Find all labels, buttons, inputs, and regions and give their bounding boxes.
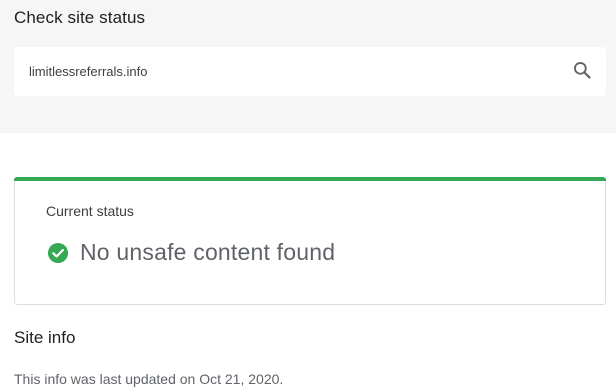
search-section: Check site status bbox=[0, 0, 616, 133]
status-card: Current status No unsafe content found bbox=[14, 177, 606, 305]
page-title: Check site status bbox=[14, 8, 146, 27]
status-label: Current status bbox=[46, 203, 134, 219]
search-box bbox=[14, 47, 606, 96]
search-input[interactable] bbox=[29, 47, 549, 96]
site-info-heading: Site info bbox=[14, 328, 76, 347]
search-icon bbox=[572, 60, 592, 85]
check-circle-icon bbox=[47, 242, 69, 264]
site-info-updated-text: This info was last updated on Oct 21, 20… bbox=[14, 371, 284, 387]
search-button[interactable] bbox=[570, 60, 594, 84]
status-result-row: No unsafe content found bbox=[47, 239, 335, 266]
status-result-text: No unsafe content found bbox=[80, 239, 336, 265]
status-accent-bar bbox=[14, 177, 606, 181]
